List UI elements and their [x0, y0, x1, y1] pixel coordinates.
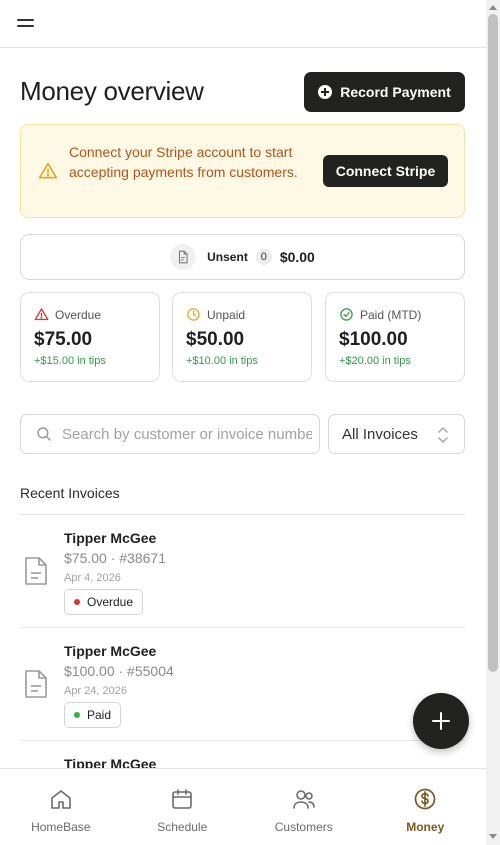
stat-header: Paid (MTD): [339, 307, 421, 322]
stat-label: Overdue: [55, 307, 102, 322]
nav-item-customers[interactable]: Customers: [243, 769, 365, 845]
dollar-circle-icon: [414, 788, 436, 810]
home-icon: [50, 790, 71, 809]
nav-item-money[interactable]: Money: [365, 769, 487, 845]
calendar-icon: [172, 789, 193, 809]
check-circle-icon: [340, 308, 353, 321]
status-label: Paid: [87, 708, 112, 722]
stat-header: Unpaid: [186, 307, 245, 322]
stat-value: $50.00: [186, 329, 245, 350]
unsent-amount: $0.00: [279, 249, 315, 265]
unpaid-stat-card[interactable]: Unpaid $50.00 +$10.00 in tips: [172, 292, 312, 382]
search-input[interactable]: [62, 425, 312, 443]
invoice-customer: Tipper McGee: [64, 530, 157, 546]
warning-icon: [38, 162, 58, 179]
overdue-stat-card[interactable]: Overdue $75.00 +$15.00 in tips: [20, 292, 160, 382]
bottom-nav: HomeBase Schedule Customers Money: [0, 768, 486, 845]
nav-label: HomeBase: [31, 820, 91, 834]
invoice-date: Apr 4, 2026: [64, 572, 121, 584]
scroll-up-arrow-icon[interactable]: [489, 5, 497, 10]
scrollbar[interactable]: [486, 0, 500, 845]
menu-icon[interactable]: [16, 14, 36, 34]
stripe-banner-message: Connect your Stripe account to start acc…: [69, 144, 298, 180]
status-label: Overdue: [87, 595, 134, 609]
scroll-thumb[interactable]: [488, 14, 498, 672]
unsent-count-badge: 0: [255, 249, 272, 265]
users-icon: [292, 790, 315, 809]
stat-tips: +$20.00 in tips: [339, 355, 411, 367]
invoice-row[interactable]: Tipper McGee $100.00 · #55004 Apr 24, 20…: [20, 628, 465, 741]
scroll-down-arrow-icon[interactable]: [489, 834, 497, 839]
add-fab-button[interactable]: [413, 693, 469, 749]
nav-label: Money: [406, 820, 445, 834]
status-dot: [74, 712, 80, 718]
top-bar: [0, 0, 486, 48]
status-badge: Paid: [64, 702, 122, 728]
filter-selected-value: All Invoices: [342, 425, 418, 443]
unsent-invoices-summary[interactable]: Unsent 0 $0.00: [20, 234, 465, 280]
status-dot: [74, 599, 80, 605]
connect-stripe-button[interactable]: Connect Stripe: [323, 155, 448, 187]
invoice-amount-number: $100.00 · #55004: [64, 663, 174, 679]
stripe-connect-banner: Connect your Stripe account to start acc…: [20, 124, 465, 218]
paid-mtd-stat-card[interactable]: Paid (MTD) $100.00 +$20.00 in tips: [325, 292, 465, 382]
stat-value: $100.00: [339, 329, 408, 350]
invoice-filter-select[interactable]: All Invoices: [328, 414, 465, 454]
status-badge: Overdue: [64, 589, 144, 615]
stat-tips: +$10.00 in tips: [186, 355, 258, 367]
stat-label: Paid (MTD): [360, 307, 422, 322]
invoice-row[interactable]: Tipper McGee $75.00 · #38671 Apr 4, 2026…: [20, 515, 465, 628]
nav-item-homebase[interactable]: HomeBase: [0, 769, 122, 845]
invoice-date: Apr 24, 2026: [64, 685, 127, 697]
record-payment-button[interactable]: Record Payment: [304, 72, 465, 112]
money-app: Money overview Record Payment Connect yo…: [0, 0, 486, 845]
stat-value: $75.00: [34, 329, 93, 350]
document-icon: [25, 557, 47, 585]
document-icon: [170, 244, 197, 270]
nav-label: Customers: [274, 820, 333, 834]
chevron-up-down-icon: [438, 427, 448, 443]
plus-circle-icon: [318, 85, 333, 99]
stat-label: Unpaid: [207, 307, 246, 322]
page-title: Money overview: [20, 76, 204, 106]
invoice-search: [20, 414, 320, 454]
search-icon: [37, 427, 51, 441]
alert-triangle-icon: [34, 308, 49, 321]
clock-icon: [187, 308, 200, 321]
recent-invoices-title: Recent Invoices: [20, 485, 120, 501]
unsent-label: Unsent: [207, 250, 248, 264]
invoice-customer: Tipper McGee: [64, 643, 157, 659]
document-icon: [25, 670, 47, 698]
record-payment-label: Record Payment: [340, 84, 451, 100]
invoice-amount-number: $75.00 · #38671: [64, 550, 166, 566]
nav-item-schedule[interactable]: Schedule: [122, 769, 244, 845]
stat-tips: +$15.00 in tips: [34, 355, 106, 367]
stat-header: Overdue: [34, 307, 101, 322]
nav-label: Schedule: [157, 820, 208, 834]
